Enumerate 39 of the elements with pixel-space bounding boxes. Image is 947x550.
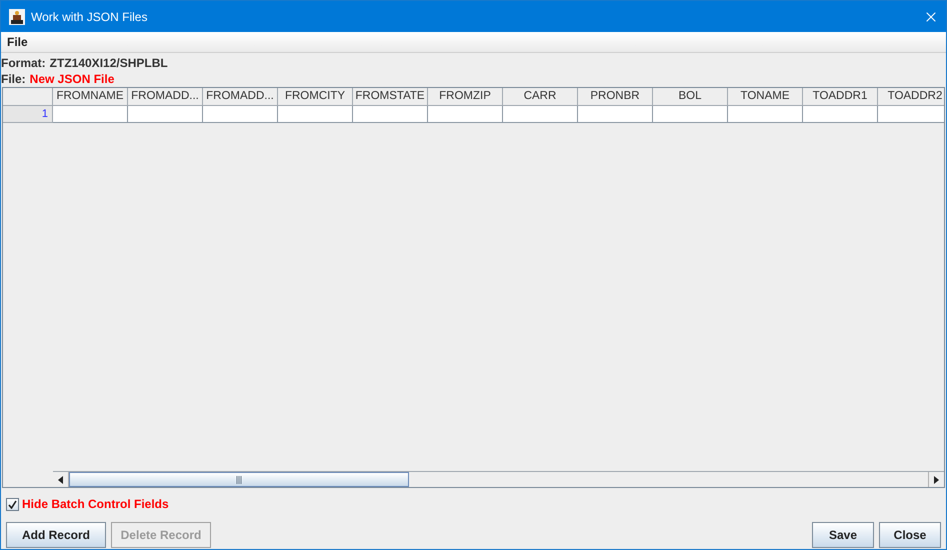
table-cell[interactable] [653,106,728,123]
checkbox[interactable] [6,498,19,510]
window-title: Work with JSON Files [31,8,148,26]
table-cell[interactable] [728,106,803,123]
column-header[interactable]: CARR [503,88,578,106]
app-icon [9,8,25,24]
column-header[interactable]: FROMSTATE [353,88,428,106]
column-header[interactable]: FROMCITY [278,88,353,106]
column-header[interactable]: TOADDR2 [878,88,944,106]
table-cell[interactable] [353,106,428,123]
column-header[interactable]: FROMADD... [128,88,203,106]
column-header[interactable]: TONAME [728,88,803,106]
column-header[interactable]: FROMNAME [53,88,128,106]
table-cell[interactable] [878,106,944,123]
row-header: 1 [3,106,53,123]
column-header[interactable]: FROMZIP [428,88,503,106]
file-label: File: [1,71,26,87]
dialog-button[interactable]: Close [879,522,941,548]
table-cell[interactable] [203,106,278,123]
menu-item[interactable]: File [5,33,30,51]
format-label: Format: [1,55,46,71]
dialog-button[interactable]: Save [812,522,874,548]
checkbox-label: Hide Batch Control Fields [22,496,169,513]
column-header[interactable]: BOL [653,88,728,106]
column-header[interactable]: PRONBR [578,88,653,106]
file-value: New JSON File [30,71,114,87]
table-cell[interactable] [278,106,353,123]
table-cell[interactable] [428,106,503,123]
dialog-button[interactable]: Add Record [6,522,106,548]
horizontal-scrollbar[interactable] [53,471,944,487]
table-cell[interactable] [578,106,653,123]
table-cell[interactable] [128,106,203,123]
column-header[interactable]: TOADDR1 [803,88,878,106]
column-header[interactable]: FROMADD... [203,88,278,106]
table-cell[interactable] [503,106,578,123]
table-cell[interactable] [53,106,128,123]
format-value: ZTZ140XI12/SHPLBL [50,55,168,71]
scroll-thumb[interactable] [69,472,409,487]
table-cell[interactable] [803,106,878,123]
